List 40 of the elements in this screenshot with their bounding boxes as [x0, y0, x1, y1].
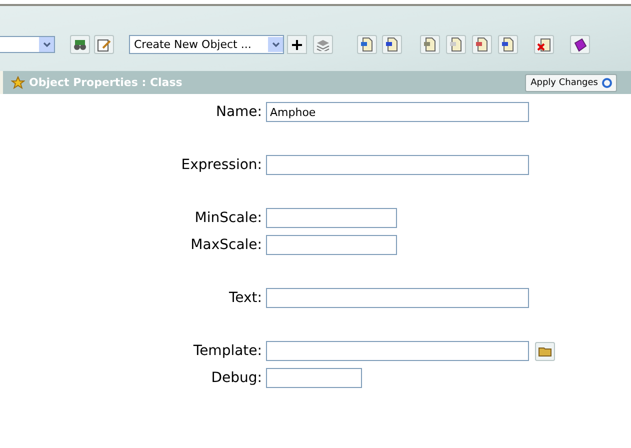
- input-field[interactable]: [266, 235, 397, 255]
- field-label: Name:: [214, 104, 263, 120]
- field-label: MaxScale:: [190, 237, 263, 253]
- field-label: Expression:: [180, 157, 263, 173]
- caret-icon: [39, 37, 54, 52]
- create-object-combo[interactable]: Create New Object ...: [129, 35, 284, 54]
- input-field[interactable]: Amphoe: [266, 102, 529, 122]
- input-field[interactable]: [266, 368, 362, 388]
- document-icon[interactable]: [498, 35, 518, 54]
- layers-icon[interactable]: [313, 35, 333, 54]
- field-label: Text:: [228, 290, 263, 306]
- input-field[interactable]: [266, 341, 529, 361]
- apply-changes-button[interactable]: Apply Changes: [524, 74, 617, 92]
- document-icon: [423, 37, 437, 52]
- document-icon: [360, 37, 374, 52]
- input-field[interactable]: [266, 155, 529, 175]
- folder-icon[interactable]: [535, 342, 555, 360]
- dropdown[interactable]: [0, 36, 55, 53]
- document-icon[interactable]: [382, 35, 402, 54]
- document-icon: [385, 37, 399, 52]
- document-icon: [475, 37, 489, 52]
- caret-icon: [268, 37, 283, 52]
- panel-title: Object Properties : Class: [29, 76, 184, 89]
- clipboard-icon[interactable]: [420, 35, 440, 54]
- document-icon: [449, 37, 463, 52]
- notepad-pencil-icon[interactable]: [94, 35, 114, 54]
- document-icon[interactable]: [472, 35, 492, 54]
- copy-icon[interactable]: [446, 35, 466, 54]
- field-label: Template:: [192, 343, 263, 359]
- field-label: MinScale:: [194, 210, 263, 226]
- binoculars-icon[interactable]: [70, 35, 90, 54]
- input-field[interactable]: [266, 208, 397, 228]
- refresh-icon: [601, 76, 613, 88]
- document-icon: [501, 37, 515, 52]
- field-label: Debug:: [210, 370, 263, 386]
- document-icon[interactable]: [357, 35, 377, 54]
- add-icon[interactable]: [287, 35, 307, 54]
- star-icon: [11, 76, 25, 90]
- input-field[interactable]: [266, 288, 529, 308]
- delete-icon[interactable]: [534, 35, 554, 54]
